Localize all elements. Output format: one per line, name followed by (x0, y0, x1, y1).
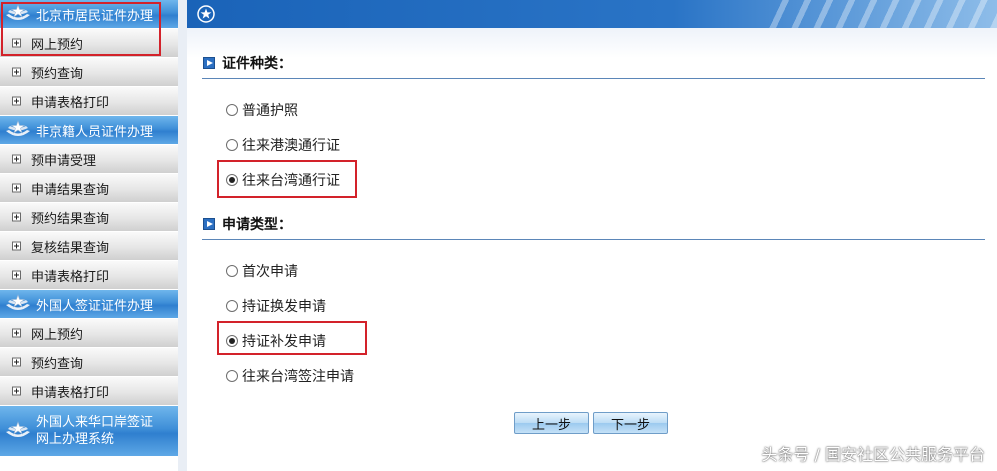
star-badge-icon (197, 5, 215, 23)
top-banner (187, 0, 997, 28)
radio-option-ordinary-passport[interactable]: 普通护照 (226, 100, 298, 120)
arrow-bullet-icon (203, 218, 215, 230)
sidebar-section-title: 外国人签证证件办理 (36, 298, 154, 314)
sidebar-item-pre-application[interactable]: 预申请受理 (0, 145, 178, 174)
sidebar-item-label: 申请表格打印 (31, 385, 110, 401)
sidebar-item-label: 申请结果查询 (31, 182, 110, 198)
expand-plus-icon (12, 328, 21, 338)
sidebar-item-online-booking[interactable]: 网上预约 (0, 319, 178, 348)
prev-step-button[interactable]: 上一步 (514, 412, 589, 434)
expand-plus-icon (12, 212, 21, 222)
police-emblem-icon (6, 421, 30, 437)
radio-option-replacement[interactable]: 持证补发申请 (226, 331, 326, 351)
sidebar-item-booking-query[interactable]: 预约查询 (0, 348, 178, 377)
sidebar-item-label: 预约结果查询 (31, 211, 110, 227)
sidebar-section-header-non-beijing[interactable]: 非京籍人员证件办理 (0, 116, 178, 145)
radio-button[interactable] (226, 139, 238, 151)
sidebar-item-online-booking[interactable]: 网上预约 (0, 29, 178, 58)
section-divider (202, 239, 985, 240)
expand-plus-icon (12, 386, 21, 396)
sidebar-section-header-foreigner-visa[interactable]: 外国人签证证件办理 (0, 290, 178, 319)
watermark-text: 头条号 / 国安社区公共服务平台 (761, 445, 985, 464)
sidebar-item-label: 预约查询 (31, 66, 84, 82)
radio-label: 持证补发申请 (242, 334, 326, 350)
apply-type-heading: 申请类型： (203, 214, 292, 234)
sidebar-item-application-result-query[interactable]: 申请结果查询 (0, 174, 178, 203)
radio-button[interactable] (226, 370, 238, 382)
expand-plus-icon (12, 270, 21, 280)
arrow-bullet-icon (203, 57, 215, 69)
radio-button[interactable] (226, 104, 238, 116)
expand-plus-icon (12, 38, 21, 48)
sidebar-item-label: 复核结果查询 (31, 240, 110, 256)
expand-plus-icon (12, 183, 21, 193)
expand-plus-icon (12, 67, 21, 77)
section-divider (202, 78, 985, 79)
sidebar-section-header-residents[interactable]: 北京市居民证件办理 (0, 0, 178, 29)
radio-label: 往来港澳通行证 (242, 138, 340, 154)
doc-type-title: 证件种类： (222, 56, 292, 72)
radio-option-first-application[interactable]: 首次申请 (226, 261, 298, 281)
main-content: 证件种类： 普通护照 往来港澳通行证 往来台湾通行证 申请类型： 首次申请 持证… (187, 28, 997, 471)
sidebar-gutter (178, 0, 187, 471)
sidebar-item-label: 申请表格打印 (31, 95, 110, 111)
sidebar-item-label: 预申请受理 (31, 153, 97, 169)
radio-button-selected[interactable] (226, 335, 238, 347)
radio-option-taiwan-permit[interactable]: 往来台湾通行证 (226, 170, 340, 190)
police-emblem-icon (6, 4, 30, 20)
sidebar-item-booking-query[interactable]: 预约查询 (0, 58, 178, 87)
sidebar-item-label: 申请表格打印 (31, 269, 110, 285)
sidebar: 北京市居民证件办理 网上预约 预约查询 申请表格打印 非京籍人员证件办理 预申请… (0, 0, 178, 471)
sidebar-item-form-print[interactable]: 申请表格打印 (0, 261, 178, 290)
radio-label: 持证换发申请 (242, 299, 326, 315)
sidebar-section-title: 北京市居民证件办理 (36, 8, 154, 24)
radio-option-renewal[interactable]: 持证换发申请 (226, 296, 326, 316)
expand-plus-icon (12, 154, 21, 164)
sidebar-item-form-print[interactable]: 申请表格打印 (0, 377, 178, 406)
sidebar-section-header-port-visa[interactable]: 外国人来华口岸签证 网上办理系统 (0, 406, 178, 457)
sidebar-item-label: 网上预约 (31, 327, 84, 343)
sidebar-item-booking-result-query[interactable]: 预约结果查询 (0, 203, 178, 232)
expand-plus-icon (12, 96, 21, 106)
sidebar-item-form-print[interactable]: 申请表格打印 (0, 87, 178, 116)
radio-label: 往来台湾通行证 (242, 173, 340, 189)
sidebar-section-title: 外国人来华口岸签证 网上办理系统 (36, 415, 154, 447)
sidebar-item-review-result-query[interactable]: 复核结果查询 (0, 232, 178, 261)
radio-option-taiwan-endorsement[interactable]: 往来台湾签注申请 (226, 366, 354, 386)
radio-button[interactable] (226, 300, 238, 312)
sidebar-item-label: 网上预约 (31, 37, 84, 53)
banner-stripes (767, 0, 997, 28)
expand-plus-icon (12, 241, 21, 251)
sidebar-section-title: 非京籍人员证件办理 (36, 124, 154, 140)
radio-option-hk-macau-permit[interactable]: 往来港澳通行证 (226, 135, 340, 155)
next-step-button[interactable]: 下一步 (593, 412, 668, 434)
expand-plus-icon (12, 357, 21, 367)
police-emblem-icon (6, 294, 30, 310)
radio-button[interactable] (226, 265, 238, 277)
radio-label: 首次申请 (242, 264, 298, 280)
doc-type-heading: 证件种类： (203, 53, 292, 73)
sidebar-item-label: 预约查询 (31, 356, 84, 372)
radio-button-selected[interactable] (226, 174, 238, 186)
radio-label: 往来台湾签注申请 (242, 369, 354, 385)
radio-label: 普通护照 (242, 103, 298, 119)
police-emblem-icon (6, 120, 30, 136)
apply-type-title: 申请类型： (222, 217, 292, 233)
